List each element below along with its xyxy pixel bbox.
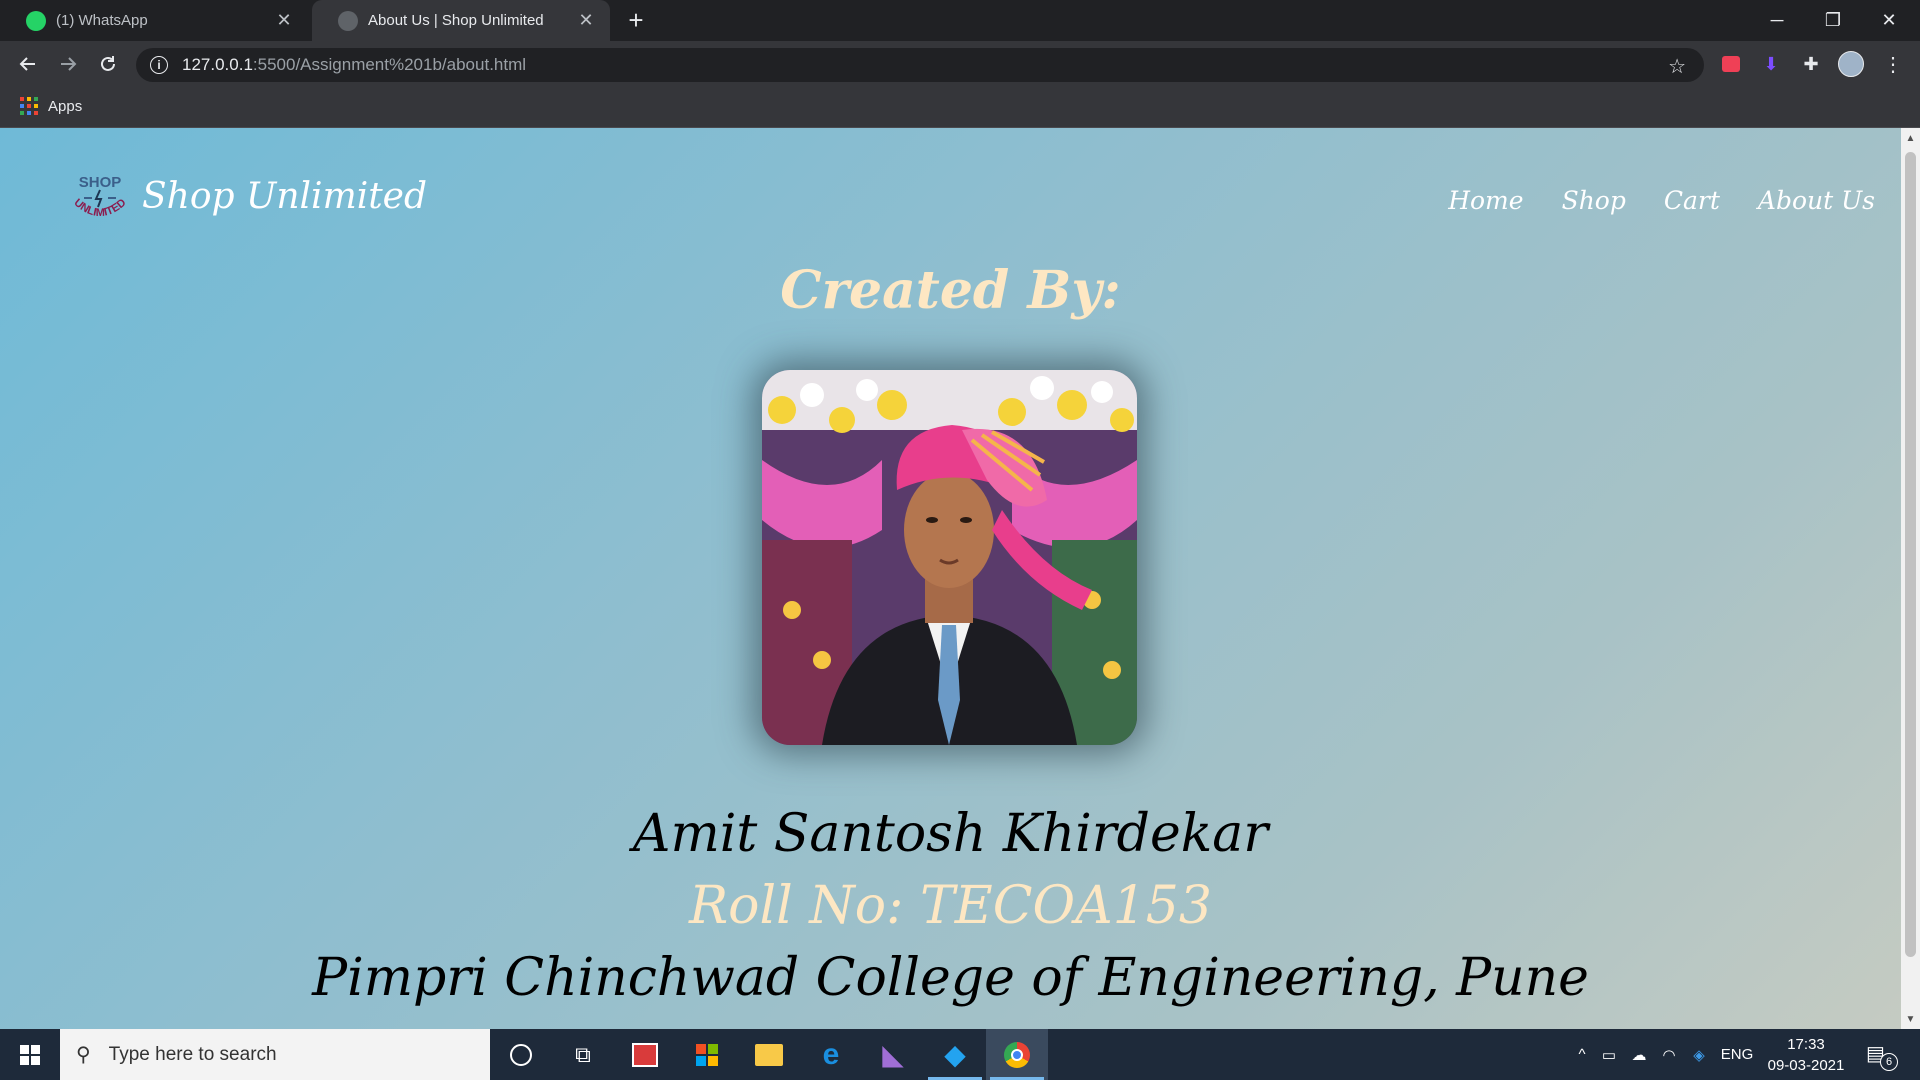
shop-unlimited-logo[interactable]: SHOP UNLIMITED — [64, 170, 136, 228]
scroll-up-arrow-icon[interactable]: ▲ — [1905, 132, 1916, 146]
wifi-icon[interactable]: ◠ — [1654, 1046, 1684, 1064]
profile-avatar[interactable] — [1838, 51, 1864, 77]
new-tab-button[interactable]: + — [622, 6, 650, 34]
edge-icon[interactable]: e — [800, 1029, 862, 1080]
created-by-heading: Created By: — [780, 260, 1121, 321]
logo-text-top: SHOP — [79, 174, 122, 191]
start-button[interactable] — [0, 1029, 60, 1080]
bookmarks-bar: Apps — [0, 87, 1920, 128]
tab-whatsapp[interactable]: (1) WhatsApp ✕ — [0, 0, 308, 41]
task-view-icon[interactable]: ⧉ — [552, 1029, 614, 1080]
notification-count-badge: 6 — [1880, 1053, 1898, 1071]
restore-button[interactable]: ❐ — [1805, 0, 1861, 41]
author-photo — [762, 370, 1137, 745]
action-center-icon[interactable]: ▤ 6 — [1866, 1041, 1898, 1071]
bookmark-apps[interactable]: Apps — [20, 97, 82, 115]
vscode-icon[interactable]: ◆ — [924, 1029, 986, 1080]
url-text: 127.0.0.1:5500/Assignment%201b/about.htm… — [182, 55, 526, 75]
onedrive-icon[interactable]: ☁ — [1624, 1046, 1654, 1064]
chrome-icon[interactable] — [986, 1029, 1048, 1080]
cortana-icon[interactable] — [490, 1029, 552, 1080]
chevron-up-icon[interactable]: ^ — [1570, 1046, 1594, 1063]
taskbar-clock[interactable]: 17:33 09-03-2021 — [1756, 1034, 1856, 1076]
back-button[interactable] — [12, 48, 44, 80]
address-bar[interactable]: i 127.0.0.1:5500/Assignment%201b/about.h… — [136, 48, 1704, 82]
main-nav: Home Shop Cart About Us — [1448, 186, 1875, 215]
tab-title: About Us | Shop Unlimited — [368, 12, 544, 29]
whatsapp-icon — [26, 10, 46, 31]
taskbar-search[interactable]: ⚲ — [60, 1029, 490, 1080]
windows-logo-icon — [20, 1044, 40, 1065]
scrollbar-thumb[interactable] — [1905, 152, 1916, 957]
store-icon[interactable] — [676, 1029, 738, 1080]
close-tab-icon[interactable]: ✕ — [274, 10, 294, 31]
apps-grid-icon — [20, 97, 38, 115]
clock-date: 09-03-2021 — [1767, 1057, 1845, 1074]
tab-about-us[interactable]: About Us | Shop Unlimited ✕ — [312, 0, 610, 41]
clock-time: 17:33 — [1787, 1036, 1825, 1053]
site-info-icon[interactable]: i — [150, 56, 168, 74]
brand-title[interactable]: Shop Unlimited — [142, 176, 427, 217]
close-tab-icon[interactable]: ✕ — [576, 10, 596, 31]
visual-studio-icon[interactable]: ◣ — [862, 1029, 924, 1080]
nav-home[interactable]: Home — [1448, 186, 1523, 215]
arrow-left-icon — [19, 57, 35, 71]
nav-cart[interactable]: Cart — [1664, 186, 1720, 215]
scroll-down-arrow-icon[interactable]: ▼ — [1905, 1013, 1916, 1027]
reload-button[interactable] — [92, 48, 124, 80]
minimize-button[interactable]: ─ — [1749, 0, 1805, 41]
extensions-puzzle-icon[interactable]: ✚ — [1798, 51, 1824, 77]
forward-button[interactable] — [52, 48, 84, 80]
nav-about-us[interactable]: About Us — [1758, 186, 1875, 215]
author-name: Amit Santosh Khirdekar — [632, 804, 1269, 864]
globe-icon — [338, 10, 358, 31]
language-indicator[interactable]: ENG — [1714, 1046, 1760, 1063]
file-explorer-icon[interactable] — [738, 1029, 800, 1080]
browser-toolbar: i 127.0.0.1:5500/Assignment%201b/about.h… — [0, 41, 1920, 87]
url-host: 127.0.0.1 — [182, 55, 253, 74]
search-icon: ⚲ — [76, 1044, 91, 1066]
system-tray: ^ ▭ ☁ ◠ ◈ ENG — [1570, 1029, 1760, 1080]
arrow-right-icon — [61, 57, 77, 71]
page-viewport: SHOP UNLIMITED Shop Unlimited Home Shop … — [0, 128, 1901, 1029]
nav-shop[interactable]: Shop — [1562, 186, 1626, 215]
reload-icon — [101, 56, 115, 71]
page-scrollbar[interactable]: ▲ ▼ — [1901, 128, 1920, 1029]
close-window-button[interactable]: ✕ — [1861, 0, 1917, 41]
windows-taskbar: ⚲ ⧉ e ◣ ◆ ^ ▭ ☁ ◠ ◈ ENG 17:33 09-03-2021… — [0, 1029, 1920, 1080]
college-name: Pimpri Chinchwad College of Engineering,… — [312, 948, 1589, 1008]
bookmark-label: Apps — [48, 97, 83, 115]
bookmark-star-icon[interactable]: ☆ — [1668, 54, 1686, 79]
tab-title: (1) WhatsApp — [56, 12, 148, 29]
url-path: :5500/Assignment%201b/about.html — [252, 55, 527, 74]
roll-number: Roll No: TECOA153 — [689, 876, 1212, 936]
tab-strip: (1) WhatsApp ✕ About Us | Shop Unlimited… — [0, 0, 1920, 41]
dropbox-icon[interactable]: ◈ — [1684, 1046, 1714, 1064]
pocket-extension-icon[interactable] — [1718, 51, 1744, 77]
search-input[interactable] — [106, 1042, 441, 1067]
menu-kebab-icon[interactable]: ⋮ — [1880, 51, 1906, 77]
download-extension-icon[interactable]: ⬇ — [1758, 51, 1784, 77]
gift-icon[interactable] — [614, 1029, 676, 1080]
battery-icon[interactable]: ▭ — [1594, 1046, 1624, 1064]
